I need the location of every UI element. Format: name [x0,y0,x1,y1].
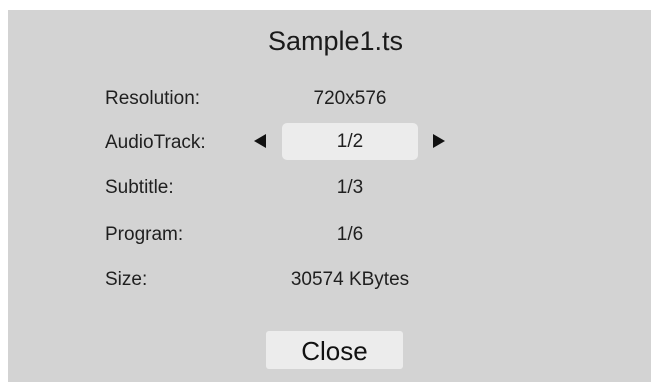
subtitle-value: 1/3 [336,177,364,198]
program-label: Program: [105,224,184,245]
audiotrack-value: 1/2 [336,131,364,152]
audiotrack-next-arrow-icon[interactable] [433,134,445,148]
media-info-dialog: Sample1.ts Resolution: 720x576 AudioTrac… [8,10,651,382]
program-value: 1/6 [336,224,364,245]
audiotrack-selector[interactable]: 1/2 [282,123,418,160]
close-button[interactable]: Close [266,331,403,369]
dialog-title: Sample1.ts [267,26,404,56]
audiotrack-prev-arrow-icon[interactable] [254,134,266,148]
audiotrack-label: AudioTrack: [105,132,206,153]
resolution-label: Resolution: [105,88,201,109]
size-value: 30574 KBytes [290,269,410,290]
size-label: Size: [105,269,148,290]
resolution-value: 720x576 [313,88,387,109]
subtitle-label: Subtitle: [105,177,174,198]
